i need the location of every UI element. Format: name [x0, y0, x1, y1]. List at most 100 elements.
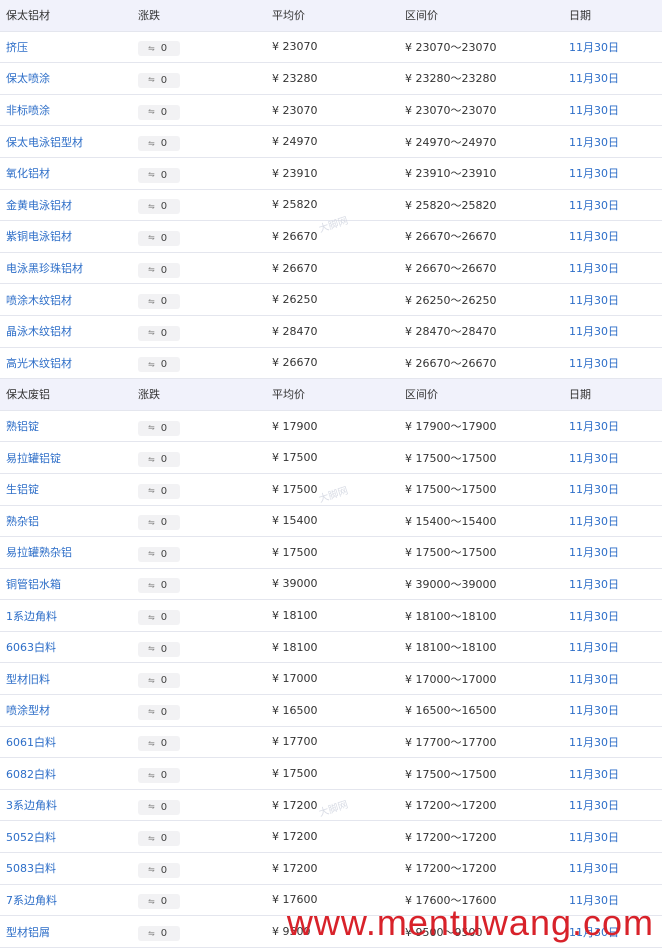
avg-price: ¥ 15400 [272, 514, 318, 528]
date-link[interactable]: 11月30日 [569, 323, 662, 339]
product-link[interactable]: 7系边角料 [0, 892, 138, 908]
change-badge: ⇋ 0 [138, 136, 180, 152]
date-link[interactable]: 11月30日 [569, 671, 662, 687]
table-row: 挤压 ⇋ 0 ¥ 23070 ¥ 23070～23070 11月30日 [0, 32, 662, 64]
date-link[interactable]: 11月30日 [569, 481, 662, 497]
watermark-url: www.mentuwang.com [286, 902, 654, 943]
change-badge: ⇋ 0 [138, 515, 180, 531]
product-link[interactable]: 紫铜电泳铝材 [0, 228, 138, 244]
date-link[interactable]: 11月30日 [569, 766, 662, 782]
change-badge: ⇋ 0 [138, 41, 180, 57]
date-link[interactable]: 11月30日 [569, 829, 662, 845]
date-link[interactable]: 11月30日 [569, 639, 662, 655]
date-link[interactable]: 11月30日 [569, 797, 662, 813]
change-badge: ⇋ 0 [138, 704, 180, 720]
flat-trend-icon: ⇋ [148, 170, 155, 180]
product-link[interactable]: 高光木纹铝材 [0, 355, 138, 371]
product-link[interactable]: 保太电泳铝型材 [0, 134, 138, 150]
product-link[interactable]: 5052白料 [0, 829, 138, 845]
date-link[interactable]: 11月30日 [569, 134, 662, 150]
flat-trend-icon: ⇋ [148, 296, 155, 306]
product-link[interactable]: 6082白料 [0, 766, 138, 782]
date-link[interactable]: 11月30日 [569, 197, 662, 213]
avg-price: ¥ 17500 [272, 767, 318, 781]
flat-trend-icon: ⇋ [148, 865, 155, 875]
product-link[interactable]: 5083白料 [0, 860, 138, 876]
date-link[interactable]: 11月30日 [569, 70, 662, 86]
range-price: ¥ 16500～16500 [405, 704, 497, 718]
product-link[interactable]: 氧化铝材 [0, 165, 138, 181]
date-link[interactable]: 11月30日 [569, 260, 662, 276]
table-row: 熟杂铝 ⇋ 0 ¥ 15400 ¥ 15400～15400 11月30日 [0, 506, 662, 538]
table-row: 保太电泳铝型材 ⇋ 0 ¥ 24970 ¥ 24970～24970 11月30日 [0, 126, 662, 158]
product-link[interactable]: 型材铝屑 [0, 924, 138, 940]
product-link[interactable]: 晶泳木纹铝材 [0, 323, 138, 339]
range-price: ¥ 25820～25820 [405, 198, 497, 212]
date-link[interactable]: 11月30日 [569, 513, 662, 529]
product-link[interactable]: 喷涂型材 [0, 702, 138, 718]
product-link[interactable]: 电泳黑珍珠铝材 [0, 260, 138, 276]
date-link[interactable]: 11月30日 [569, 292, 662, 308]
product-link[interactable]: 6063白料 [0, 639, 138, 655]
header-range: 区间价 [405, 388, 438, 402]
date-link[interactable]: 11月30日 [569, 228, 662, 244]
header-name: 保太铝材 [6, 9, 50, 23]
flat-trend-icon: ⇋ [148, 265, 155, 275]
product-link[interactable]: 铜管铝水箱 [0, 576, 138, 592]
date-link[interactable]: 11月30日 [569, 702, 662, 718]
product-link[interactable]: 3系边角料 [0, 797, 138, 813]
product-link[interactable]: 保太喷涂 [0, 70, 138, 86]
table-row: 喷涂型材 ⇋ 0 ¥ 16500 ¥ 16500～16500 11月30日 [0, 695, 662, 727]
avg-price: ¥ 18100 [272, 609, 318, 623]
change-badge: ⇋ 0 [138, 420, 180, 436]
product-link[interactable]: 挤压 [0, 39, 138, 55]
header-date: 日期 [569, 388, 591, 402]
date-link[interactable]: 11月30日 [569, 450, 662, 466]
date-link[interactable]: 11月30日 [569, 860, 662, 876]
table-row: 易拉罐铝锭 ⇋ 0 ¥ 17500 ¥ 17500～17500 11月30日 [0, 442, 662, 474]
change-badge: ⇋ 0 [138, 325, 180, 341]
date-link[interactable]: 11月30日 [569, 608, 662, 624]
product-link[interactable]: 熟铝锭 [0, 418, 138, 434]
product-link[interactable]: 6061白料 [0, 734, 138, 750]
flat-trend-icon: ⇋ [148, 833, 155, 843]
header-range: 区间价 [405, 9, 438, 23]
table-row: 6082白料 ⇋ 0 ¥ 17500 ¥ 17500～17500 11月30日 [0, 758, 662, 790]
range-price: ¥ 17500～17500 [405, 546, 497, 560]
date-link[interactable]: 11月30日 [569, 734, 662, 750]
range-price: ¥ 17000～17000 [405, 672, 497, 686]
change-badge: ⇋ 0 [138, 641, 180, 657]
range-price: ¥ 23910～23910 [405, 167, 497, 181]
avg-price: ¥ 17900 [272, 419, 318, 433]
flat-trend-icon: ⇋ [148, 454, 155, 464]
product-link[interactable]: 喷涂木纹铝材 [0, 292, 138, 308]
range-price: ¥ 17500～17500 [405, 767, 497, 781]
range-price: ¥ 15400～15400 [405, 514, 497, 528]
range-price: ¥ 26250～26250 [405, 293, 497, 307]
table-row: 喷涂木纹铝材 ⇋ 0 ¥ 26250 ¥ 26250～26250 11月30日 [0, 284, 662, 316]
range-price: ¥ 17700～17700 [405, 735, 497, 749]
range-price: ¥ 17900～17900 [405, 420, 497, 434]
date-link[interactable]: 11月30日 [569, 544, 662, 560]
product-link[interactable]: 生铝锭 [0, 481, 138, 497]
date-link[interactable]: 11月30日 [569, 39, 662, 55]
table-row: 保太喷涂 ⇋ 0 ¥ 23280 ¥ 23280～23280 11月30日 [0, 63, 662, 95]
product-link[interactable]: 金黄电泳铝材 [0, 197, 138, 213]
range-price: ¥ 23070～23070 [405, 40, 497, 54]
change-badge: ⇋ 0 [138, 799, 180, 815]
range-price: ¥ 28470～28470 [405, 325, 497, 339]
avg-price: ¥ 23070 [272, 40, 318, 54]
flat-trend-icon: ⇋ [148, 612, 155, 622]
product-link[interactable]: 非标喷涂 [0, 102, 138, 118]
date-link[interactable]: 11月30日 [569, 576, 662, 592]
product-link[interactable]: 1系边角料 [0, 608, 138, 624]
date-link[interactable]: 11月30日 [569, 418, 662, 434]
date-link[interactable]: 11月30日 [569, 102, 662, 118]
product-link[interactable]: 熟杂铝 [0, 513, 138, 529]
date-link[interactable]: 11月30日 [569, 165, 662, 181]
product-link[interactable]: 易拉罐熟杂铝 [0, 544, 138, 560]
date-link[interactable]: 11月30日 [569, 355, 662, 371]
product-link[interactable]: 型材旧料 [0, 671, 138, 687]
product-link[interactable]: 易拉罐铝锭 [0, 450, 138, 466]
flat-trend-icon: ⇋ [148, 928, 155, 938]
